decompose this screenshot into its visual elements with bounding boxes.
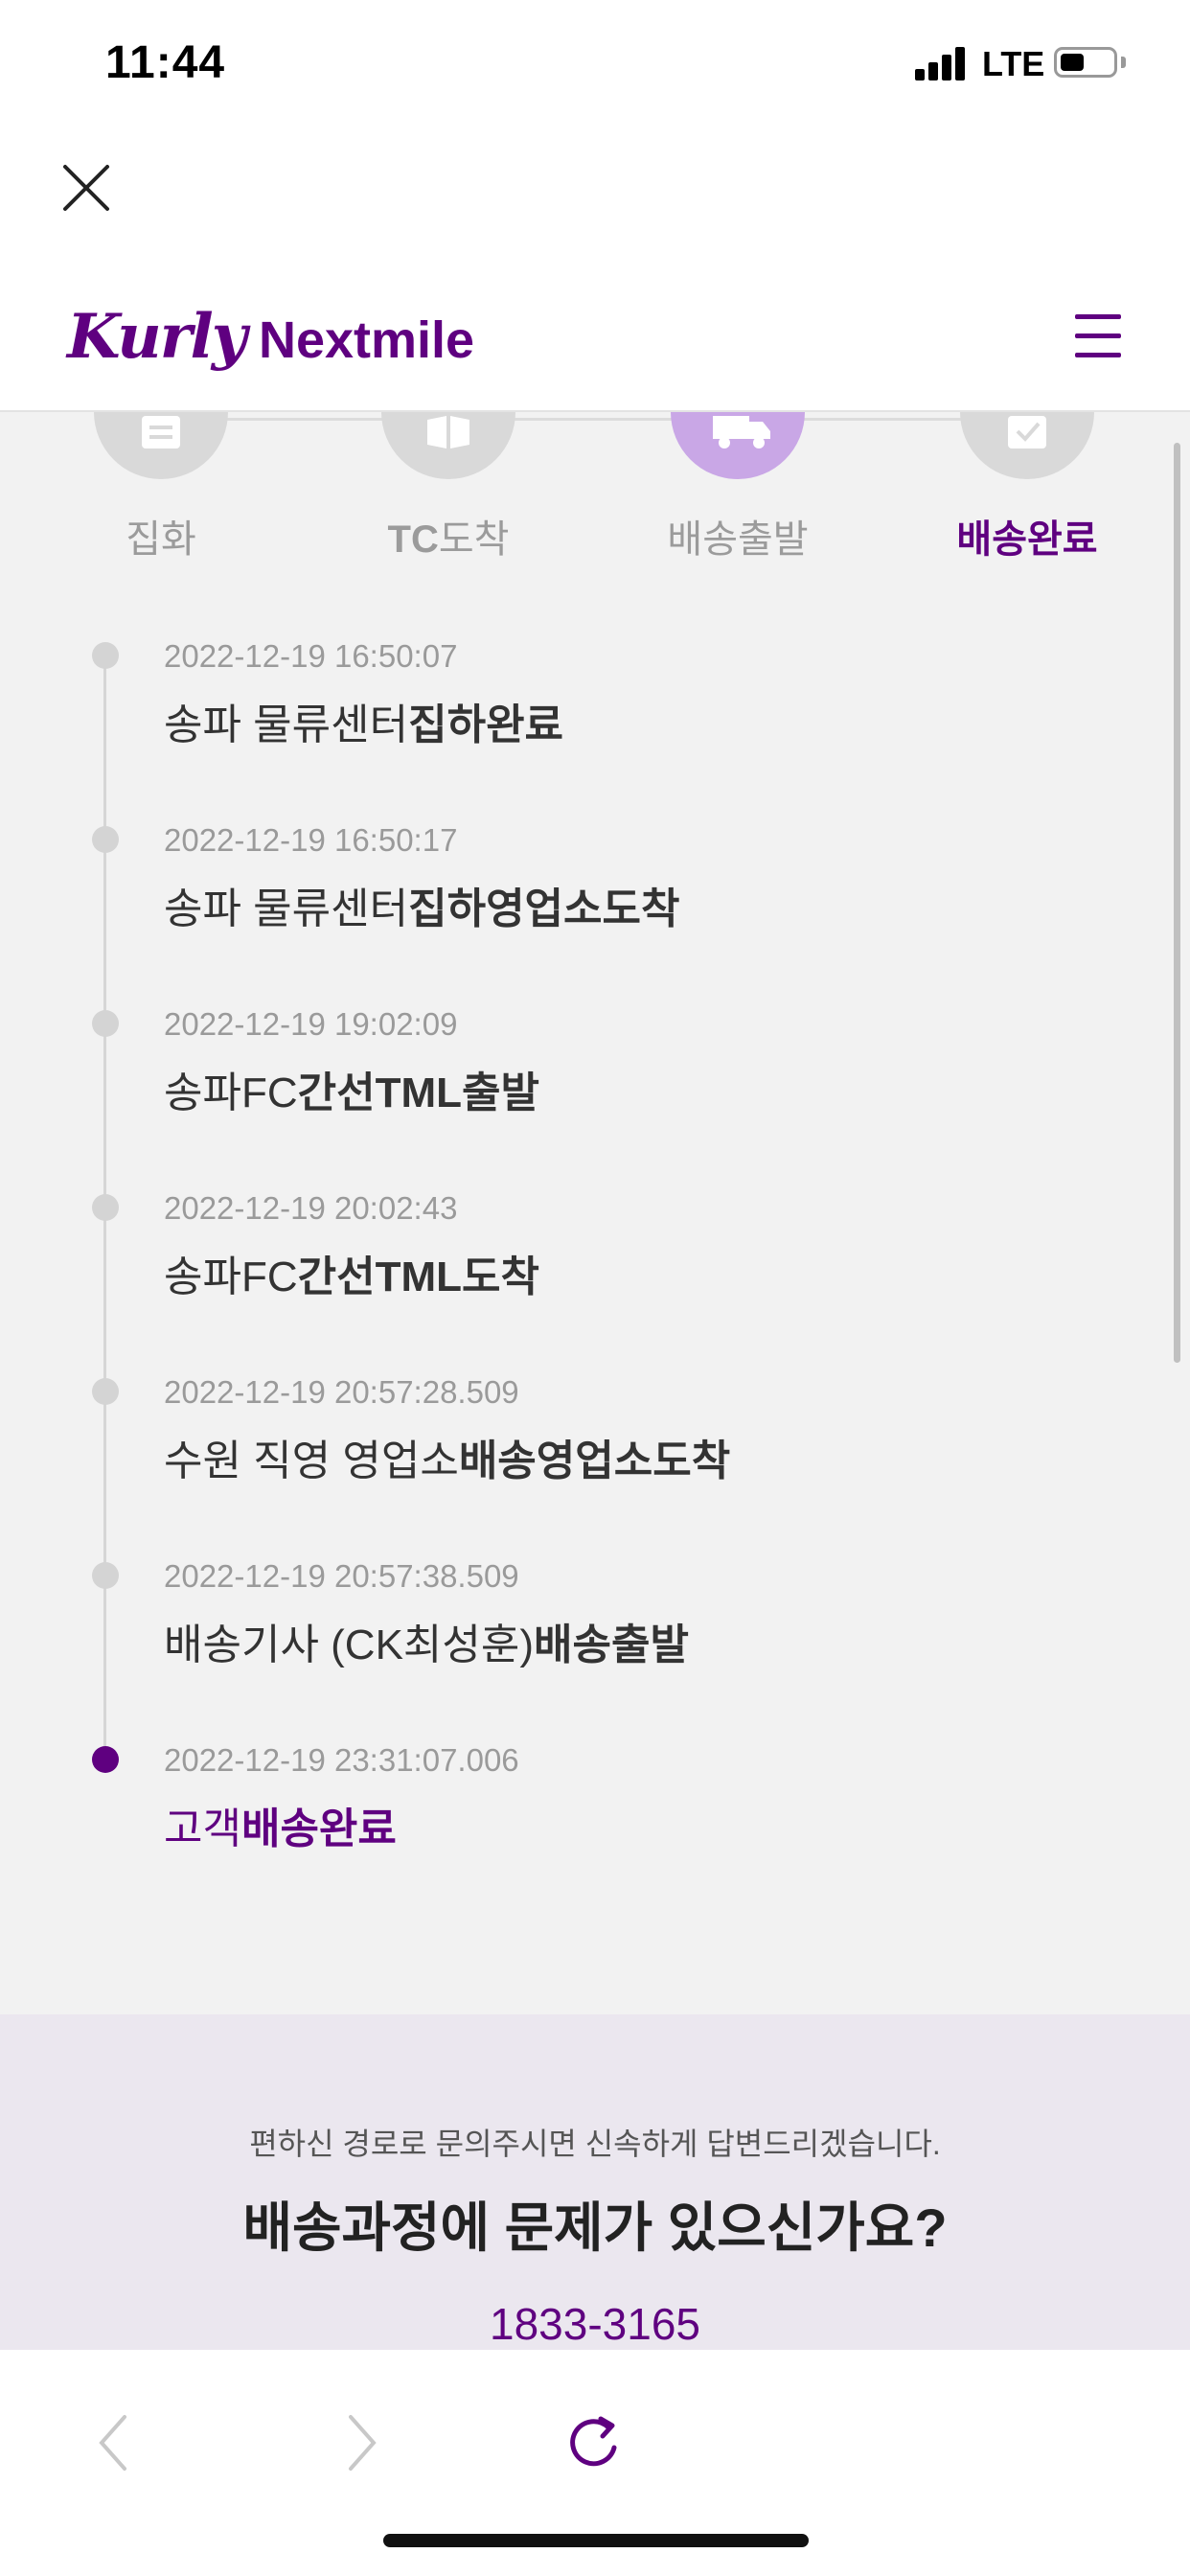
timeline-place: 배송기사 (CK최성훈): [164, 1622, 535, 1668]
step-label-delivered: 배송완료: [956, 518, 1098, 561]
timeline-time: 2022-12-19 20:57:38.509: [164, 1558, 519, 1594]
reload-button[interactable]: [561, 2409, 628, 2476]
timeline-text: 송파 물류센터집하완료: [164, 690, 563, 751]
timeline-place: 고객: [164, 1806, 241, 1852]
timeline-text: 배송기사 (CK최성훈)배송출발: [164, 1610, 689, 1671]
timeline-text: 고객배송완료: [164, 1794, 397, 1855]
help-phone-link[interactable]: 1833-3165: [0, 2298, 1190, 2350]
timeline-time: 2022-12-19 16:50:17: [164, 822, 458, 858]
home-indicator[interactable]: [383, 2534, 809, 2547]
timeline-place: 송파FC: [164, 1254, 298, 1300]
menu-icon-bar: [1075, 314, 1121, 319]
timeline-status: 집하완료: [408, 702, 564, 748]
help-subtitle: 편하신 경로로 문의주시면 신속하게 답변드리겠습니다.: [249, 2127, 941, 2161]
timeline-item: 2022-12-19 20:57:28.509 수원 직영 영업소배송영업소도착: [0, 1374, 1190, 1562]
signal-icon: [915, 46, 969, 80]
timeline-text: 수원 직영 영업소배송영업소도착: [164, 1426, 730, 1487]
tracking-content[interactable]: 집화 TC도착 배송출발 배송완료 2022-12-19 16:50:07 송파…: [0, 412, 1190, 2014]
step-label-pickup: 집화: [126, 518, 196, 561]
timeline-item: 2022-12-19 19:02:09 송파FC간선TML출발: [0, 1006, 1190, 1194]
battery-tip: [1121, 57, 1126, 68]
timeline-status: 간선TML도착: [297, 1254, 539, 1300]
kurly-nextmile-logo[interactable]: Kurly Nextmile: [67, 301, 474, 378]
close-button[interactable]: [59, 161, 113, 215]
chevron-left-icon: [99, 2415, 126, 2471]
menu-icon-bar: [1075, 334, 1121, 338]
logo-script: Kurly: [67, 301, 247, 373]
timeline-item: 2022-12-19 16:50:17 송파 물류센터집하영업소도착: [0, 822, 1190, 1010]
steps-connector: [161, 418, 1023, 421]
network-type: LTE: [982, 44, 1045, 83]
battery-icon: [1054, 47, 1117, 78]
step-check-icon: [960, 412, 1094, 479]
timeline-text: 송파FC간선TML출발: [164, 1058, 539, 1119]
timeline-time: 2022-12-19 20:02:43: [164, 1190, 458, 1226]
help-title: 배송과정에 문제가 있으신가요?: [242, 2197, 948, 2258]
timeline-place: 송파 물류센터: [164, 886, 409, 932]
close-icon: [63, 165, 109, 211]
timeline-time: 2022-12-19 16:50:07: [164, 638, 458, 674]
delivery-steps: 집화 TC도착 배송출발 배송완료: [0, 412, 1190, 585]
back-button[interactable]: [82, 2409, 149, 2476]
timeline-item: 2022-12-19 16:50:07 송파 물류센터집하완료: [0, 638, 1190, 826]
timeline-dot: [92, 642, 119, 669]
reload-icon: [570, 2416, 617, 2467]
timeline-place: 송파FC: [164, 1070, 298, 1116]
timeline-dot: [92, 1194, 119, 1221]
timeline-status: 배송출발: [534, 1622, 689, 1668]
timeline-dot: [92, 1562, 119, 1589]
forward-button[interactable]: [326, 2409, 393, 2476]
logo-text: Nextmile: [258, 311, 475, 369]
step-label-tc-arrival: TC도착: [387, 518, 510, 561]
timeline-item: 2022-12-19 20:57:38.509 배송기사 (CK최성훈)배송출발: [0, 1558, 1190, 1746]
timeline-dot-current: [92, 1746, 119, 1773]
step-box-icon: [381, 412, 515, 479]
help-section: 편하신 경로로 문의주시면 신속하게 답변드리겠습니다. 배송과정에 문제가 있…: [0, 2014, 1190, 2350]
status-time: 11:44: [105, 37, 226, 88]
menu-icon-bar: [1075, 353, 1121, 357]
timeline-status: 배송완료: [240, 1806, 397, 1852]
timeline-time: 2022-12-19 23:31:07.006: [164, 1742, 519, 1778]
timeline-text: 송파FC간선TML도착: [164, 1242, 539, 1303]
timeline-dot: [92, 826, 119, 853]
timeline-item-current: 2022-12-19 23:31:07.006 고객배송완료: [0, 1742, 1190, 1930]
timeline-time: 2022-12-19 20:57:28.509: [164, 1374, 519, 1410]
step-document-icon: [94, 412, 228, 479]
step-label-out-for-delivery: 배송출발: [667, 518, 809, 561]
timeline-item: 2022-12-19 20:02:43 송파FC간선TML도착: [0, 1190, 1190, 1378]
vertical-scrollbar[interactable]: [1174, 443, 1180, 1363]
site-header: Kurly Nextmile: [0, 268, 1190, 412]
status-bar: 11:44 LTE: [0, 0, 1190, 134]
timeline-time: 2022-12-19 19:02:09: [164, 1006, 458, 1042]
timeline-dot: [92, 1378, 119, 1405]
timeline-status: 집하영업소도착: [408, 886, 680, 932]
timeline-text: 송파 물류센터집하영업소도착: [164, 874, 679, 935]
step-truck-icon: [671, 412, 805, 479]
step-label-tc-arrival-text: 도착: [438, 518, 510, 561]
timeline-place: 송파 물류센터: [164, 702, 409, 748]
timeline-status: 간선TML출발: [297, 1070, 539, 1116]
timeline-status: 배송영업소도착: [458, 1438, 731, 1484]
timeline-place: 수원 직영 영업소: [164, 1438, 459, 1484]
timeline-dot: [92, 1010, 119, 1037]
chevron-right-icon: [349, 2415, 377, 2471]
hamburger-menu-button[interactable]: [1075, 314, 1123, 358]
